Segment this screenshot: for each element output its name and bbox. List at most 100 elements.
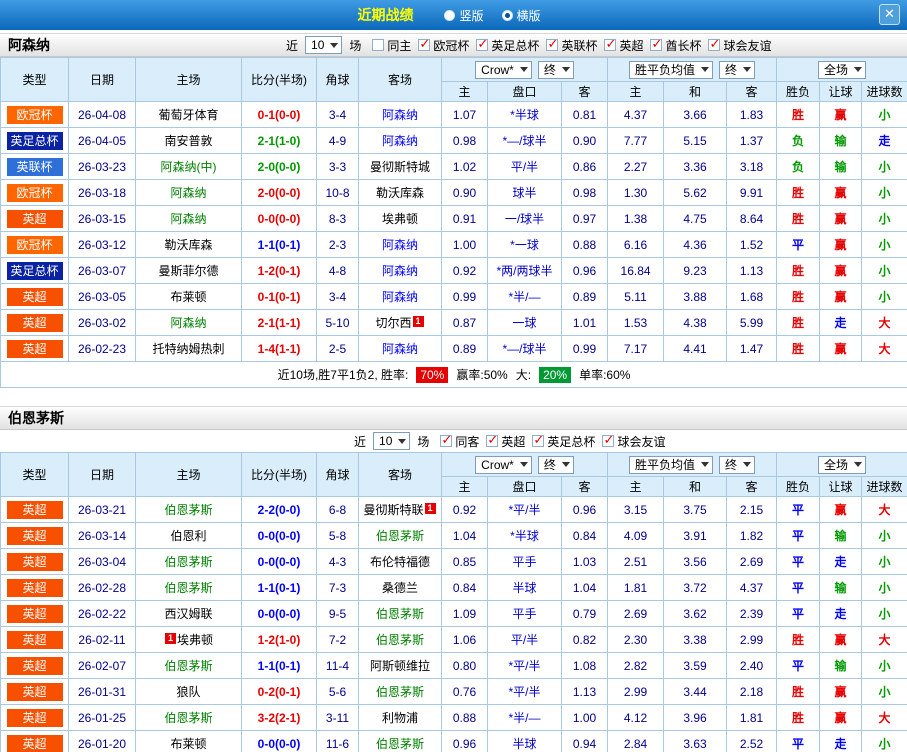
handicap-result-cell: 走: [819, 548, 863, 575]
goals-result-cell: 小: [861, 257, 907, 284]
avg-odds-cell: 6.16: [607, 231, 665, 258]
league-cell: 英超: [0, 652, 69, 679]
league-badge: 英超: [6, 500, 63, 519]
handicap-cell: 一/球半: [487, 205, 562, 232]
avg-stage-select[interactable]: 终: [719, 60, 756, 79]
handicap-result-cell: 赢: [819, 179, 863, 206]
subcolumn-header-7: 让球: [819, 476, 863, 497]
goals-result-cell: 小: [861, 600, 907, 627]
avg-type-select[interactable]: 胜平负均值: [629, 60, 714, 79]
away-team-name: 桑德兰: [381, 581, 418, 595]
filter-option-label: 球会友谊: [617, 434, 666, 449]
checkbox-checked-icon: [476, 37, 489, 51]
filter-option-label: 英超: [501, 434, 526, 449]
avg-odds-cell: 3.66: [663, 101, 728, 128]
score-cell: 0-1(0-0): [241, 101, 317, 128]
away-team-cell: 阿森纳: [358, 283, 442, 310]
filter-checkbox-0[interactable]: 同客: [440, 433, 479, 450]
filter-checkbox-0[interactable]: 同主: [372, 37, 411, 54]
filter-checkbox-3[interactable]: 球会友谊: [602, 433, 665, 450]
filter-unit-label: 场: [349, 38, 362, 53]
filter-checkbox-4[interactable]: 英超: [604, 37, 643, 54]
filter-checkbox-5[interactable]: 酋长杯: [650, 37, 701, 54]
layout-horizontal-radio[interactable]: 横版: [501, 7, 541, 24]
winloss-cell: 胜: [776, 335, 821, 362]
avg-odds-cell: 3.18: [726, 153, 778, 180]
home-team-cell: 葡萄牙体育: [135, 101, 242, 128]
filter-checkbox-6[interactable]: 球会友谊: [708, 37, 772, 54]
odds-cell: 1.01: [560, 309, 609, 336]
league-cell: 英超: [0, 496, 69, 523]
goals-result-cell: 小: [861, 678, 907, 705]
away-team-cell: 切尔西 1: [358, 309, 442, 336]
filter-unit-label: 场: [417, 434, 430, 449]
goals-result-cell: 小: [861, 205, 907, 232]
avg-odds-cell: 3.36: [663, 153, 728, 180]
handicap-result-cell: 赢: [819, 335, 863, 362]
avg-odds-cell: 1.68: [726, 283, 778, 310]
corner-cell: 5-8: [316, 522, 359, 549]
scope-select[interactable]: 全场: [818, 455, 867, 474]
corner-cell: 3-4: [316, 283, 359, 310]
handicap-result-cell: 赢: [819, 626, 863, 653]
avg-odds-cell: 3.63: [663, 730, 728, 752]
home-team-name: 伯恩茅斯: [164, 555, 213, 569]
bookmaker-select[interactable]: Crow*: [475, 60, 532, 79]
away-team-name: 阿森纳: [381, 342, 418, 356]
table-row: 英足总杯 26-03-07 曼斯菲尔德 1-2(0-1) 4-8 阿森纳 0.92 *两/两球…: [0, 257, 907, 284]
away-team-name: 阿斯顿维拉: [369, 659, 430, 673]
result-group-header: 全场: [776, 57, 907, 82]
home-team-cell: 伯恩茅斯: [135, 652, 242, 679]
subcolumn-header-5: 客: [726, 476, 778, 497]
table-row: 英联杯 26-03-23 阿森纳(中) 2-0(0-0) 3-3 曼彻斯特城 1.02 平/半…: [0, 153, 907, 180]
filter-checkbox-1[interactable]: 欧冠杯: [418, 37, 469, 54]
league-cell: 欧冠杯: [0, 101, 69, 128]
filter-checkbox-2[interactable]: 英足总杯: [476, 37, 539, 54]
filter-option-label: 同主: [387, 38, 412, 53]
odds-cell: 0.89: [560, 283, 609, 310]
score-cell: 1-2(0-1): [241, 257, 317, 284]
goals-result-cell: 大: [861, 335, 907, 362]
league-badge: 英超: [6, 526, 63, 545]
close-icon[interactable]: ✕: [879, 4, 900, 25]
table-row: 欧冠杯 26-03-12 勒沃库森 1-1(0-1) 2-3 阿森纳 1.00 *一球 0.88…: [0, 231, 907, 258]
league-cell: 英超: [0, 730, 69, 752]
filter-checkbox-1[interactable]: 英超: [486, 433, 525, 450]
avg-type-select-value: 胜平负均值: [635, 457, 696, 472]
bookmaker-select[interactable]: Crow*: [475, 455, 532, 474]
avg-odds-cell: 5.15: [663, 127, 728, 154]
filter-option-label: 英足总杯: [547, 434, 596, 449]
away-team-cell: 伯恩茅斯: [358, 600, 442, 627]
odds-stage-select[interactable]: 终: [537, 60, 574, 79]
avg-odds-cell: 1.81: [607, 574, 665, 601]
league-cell: 英超: [0, 626, 69, 653]
layout-vertical-radio[interactable]: 竖版: [444, 7, 484, 24]
recent-count-select[interactable]: 10: [305, 36, 343, 54]
home-team-name: 布莱顿: [170, 290, 207, 304]
home-team-name: 勒沃库森: [164, 238, 213, 252]
radio-icon: [444, 9, 456, 21]
odds-cell: 0.88: [441, 704, 488, 731]
scope-select[interactable]: 全场: [818, 60, 867, 79]
handicap-cell: *半球: [487, 101, 562, 128]
table-row: 欧冠杯 26-03-18 阿森纳 2-0(0-0) 10-8 勒沃库森 0.90 球半 0.98…: [0, 179, 907, 206]
odds-stage-select[interactable]: 终: [537, 455, 574, 474]
avg-stage-select[interactable]: 终: [719, 455, 756, 474]
filter-checkbox-2[interactable]: 英足总杯: [532, 433, 595, 450]
league-badge: 欧冠杯: [6, 105, 63, 124]
home-team-name: 阿森纳: [170, 212, 207, 226]
recent-count-select[interactable]: 10: [373, 432, 411, 450]
date-cell: 26-03-07: [68, 257, 136, 284]
layout-vertical-label: 竖版: [459, 8, 484, 23]
league-badge: 英超: [6, 209, 63, 228]
avg-odds-cell: 4.37: [726, 574, 778, 601]
away-team-cell: 伯恩茅斯: [358, 678, 442, 705]
filter-checkbox-3[interactable]: 英联杯: [546, 37, 597, 54]
away-team-name: 勒沃库森: [375, 186, 424, 200]
table-row: 英超 26-02-11 1 埃弗顿 1-2(1-0) 7-2 伯恩茅斯 1.06 平/半 0.82…: [0, 626, 907, 653]
away-team-cell: 阿斯顿维拉: [358, 652, 442, 679]
date-cell: 26-04-05: [68, 127, 136, 154]
avg-type-select[interactable]: 胜平负均值: [629, 455, 714, 474]
handicap-cell: *半球: [487, 522, 562, 549]
column-header-away: 客场: [358, 57, 442, 102]
